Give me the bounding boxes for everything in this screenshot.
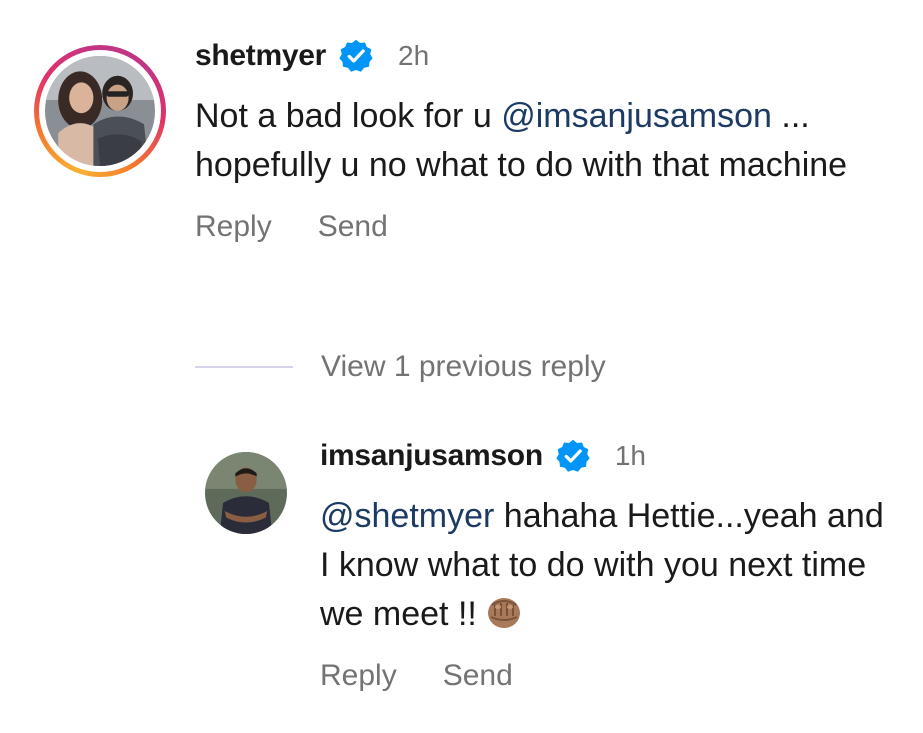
verified-badge-icon [555,438,591,474]
mention-link[interactable]: @imsanjusamson [501,97,772,135]
reply-comment: imsanjusamson 1h @shetmyer hahaha Hettie… [320,430,900,693]
avatar-shetmyer[interactable] [45,56,155,166]
view-previous-replies-link[interactable]: View 1 previous reply [321,350,606,384]
verified-badge-icon [338,38,374,74]
username[interactable]: shetmyer [195,39,326,73]
reply-button[interactable]: Reply [320,659,397,693]
send-button[interactable]: Send [443,659,513,693]
comment-header: shetmyer 2h [195,30,895,82]
username[interactable]: imsanjusamson [320,439,543,473]
comment-time: 1h [614,440,646,471]
send-button[interactable]: Send [318,210,388,244]
comment: shetmyer 2h Not a bad look for u @imsanj… [195,30,895,244]
comment-actions: Reply Send [195,210,895,244]
fist-emoji-icon [483,591,525,631]
comment-actions: Reply Send [320,659,900,693]
comment-time: 2h [398,40,430,71]
divider-line [195,366,293,368]
view-replies-row[interactable]: View 1 previous reply [195,350,606,384]
comment-text: @shetmyer hahaha Hettie...yeah and I kno… [320,492,900,639]
reply-button[interactable]: Reply [195,210,272,244]
avatar-imsanjusamson[interactable] [205,452,287,534]
mention-link[interactable]: @shetmyer [320,497,494,535]
comment-text: Not a bad look for u @imsanjusamson ... … [195,92,895,190]
comment-text-part: Not a bad look for u [195,97,502,135]
comment-header: imsanjusamson 1h [320,430,900,482]
avatar-story-ring[interactable] [34,45,166,177]
comments-thread: shetmyer 2h Not a bad look for u @imsanj… [0,0,923,733]
